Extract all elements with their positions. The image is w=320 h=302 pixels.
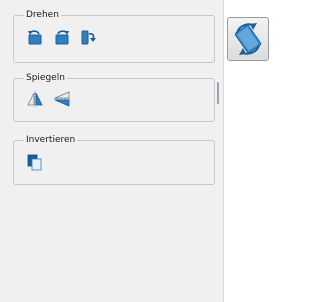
invert-icon (27, 154, 42, 171)
rotate-left-button[interactable] (24, 26, 46, 48)
rotate-flip-icon (81, 30, 96, 45)
mirror-horizontal-button[interactable] (24, 88, 46, 110)
mirror-group-title: Spiegeln (24, 72, 67, 84)
invert-group-title: Invertieren (24, 134, 78, 146)
mirror-vertical-icon (54, 91, 70, 107)
rotate-transform-icon (234, 23, 262, 55)
invert-button[interactable] (24, 151, 46, 173)
rotate-flip-button[interactable] (78, 26, 100, 48)
mirror-horizontal-icon (27, 91, 43, 107)
rotate-group: Drehen (13, 9, 215, 63)
rotate-group-title: Drehen (24, 9, 61, 21)
invert-group: Invertieren (13, 134, 215, 185)
rotate-right-button[interactable] (51, 26, 73, 48)
mirror-group: Spiegeln (13, 72, 215, 122)
scrollbar-thumb[interactable] (217, 82, 219, 104)
rotate-transform-button[interactable] (227, 17, 269, 61)
transform-panel: Drehen Spiegeln Invertieren (0, 0, 224, 302)
rotate-right-icon (55, 30, 69, 45)
rotate-left-icon (28, 30, 42, 45)
mirror-vertical-button[interactable] (51, 88, 73, 110)
